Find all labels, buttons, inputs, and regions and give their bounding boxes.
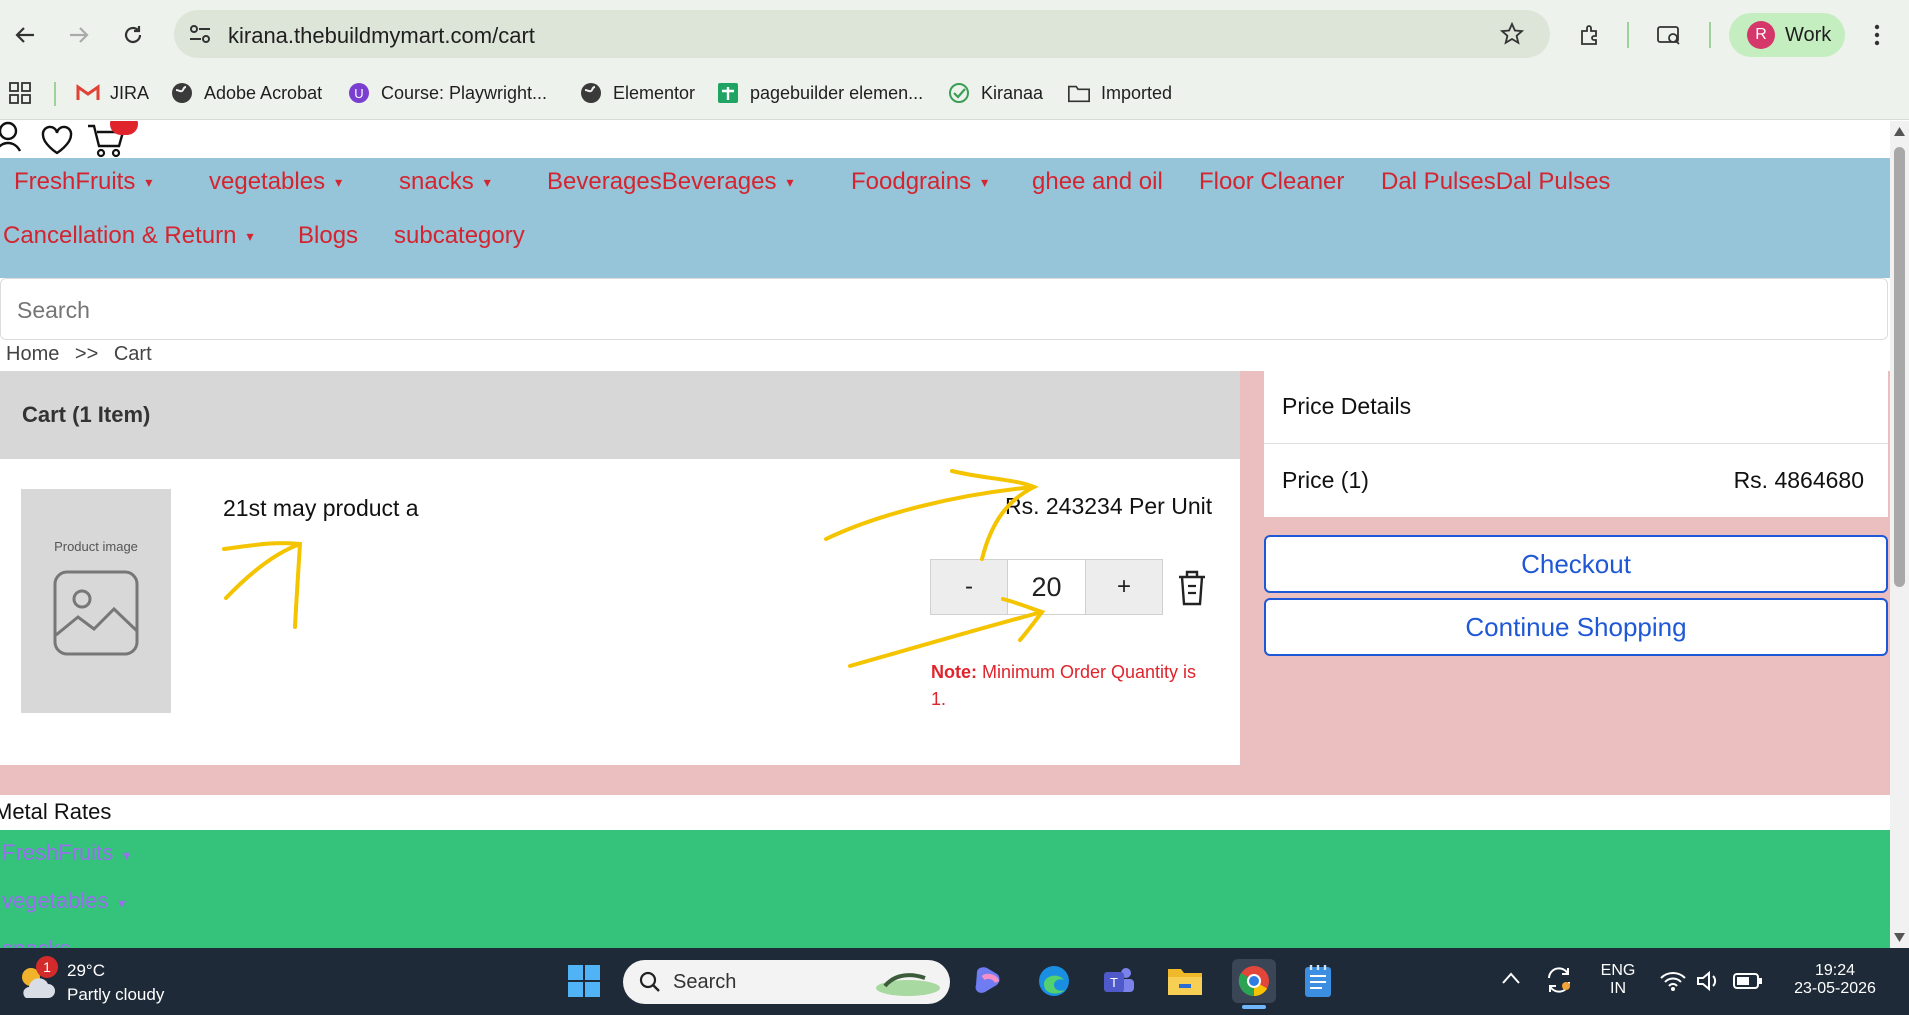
taskbar: 1 29°C Partly cloudy Search T ENG IN 19:… — [0, 948, 1909, 1015]
copilot-icon — [975, 967, 1000, 993]
url-text[interactable]: kirana.thebuildmymart.com/cart — [228, 23, 535, 49]
apps-grid-icon — [9, 82, 31, 104]
scrollbar-thumb[interactable] — [1894, 147, 1905, 587]
weather-temperature: 29°C — [67, 961, 105, 980]
globe-icon — [170, 81, 194, 105]
back-button[interactable] — [8, 18, 42, 52]
toolbar-divider — [1627, 22, 1629, 48]
bookmark-label: Imported — [1101, 82, 1173, 103]
language-region: IN — [1610, 980, 1626, 997]
address-bar[interactable]: kirana.thebuildmymart.com/cart — [174, 10, 1550, 58]
browser-toolbar: kirana.thebuildmymart.com/cart R Work — [0, 0, 1909, 68]
language-code: ENG — [1600, 962, 1636, 979]
metal-rates-heading: Metal Rates — [0, 799, 112, 824]
file-explorer-button[interactable] — [1165, 961, 1205, 1001]
kebab-menu-icon — [1874, 24, 1880, 46]
svg-text:U: U — [354, 86, 363, 101]
battery-icon[interactable] — [1733, 972, 1763, 990]
taskbar-search-label: Search — [673, 970, 737, 993]
chrome-icon — [1238, 966, 1269, 997]
windows-icon — [568, 965, 600, 997]
notepad-button[interactable] — [1298, 961, 1338, 1001]
page-scrollbar[interactable] — [1890, 121, 1909, 948]
folder-icon — [1067, 81, 1091, 105]
scroll-up-icon[interactable] — [1894, 127, 1905, 136]
chevron-down-icon: ▾ — [123, 847, 131, 863]
weather-description: Partly cloudy — [67, 985, 165, 1004]
search-icon — [639, 971, 660, 992]
edge-icon — [1039, 966, 1069, 996]
notification-badge: 1 — [36, 956, 58, 978]
reload-icon — [124, 26, 142, 44]
site-info-icon[interactable] — [188, 23, 212, 45]
teams-icon: T — [1104, 968, 1134, 992]
bookmark-label: Elementor — [613, 82, 696, 103]
profile-button[interactable]: R Work — [1729, 13, 1845, 57]
wifi-icon[interactable] — [1660, 970, 1686, 992]
sync-icon[interactable] — [1544, 966, 1574, 994]
footer-item-snacks[interactable]: snacks — [2, 936, 70, 948]
bookmark-label: Kiranaa — [981, 82, 1044, 103]
chevron-up-icon[interactable] — [1502, 972, 1520, 984]
taskbar-search[interactable]: Search — [623, 960, 950, 1004]
search-highlight-icon — [876, 973, 940, 996]
notepad-icon — [1305, 965, 1331, 997]
annotation-arrows — [222, 469, 1046, 668]
tab-search-icon — [1657, 26, 1680, 45]
bookmark-kiranaa[interactable]: Kiranaa — [947, 78, 1043, 108]
volume-icon[interactable] — [1696, 970, 1720, 992]
check-circle-icon — [947, 81, 971, 105]
menu-button[interactable] — [1860, 18, 1894, 52]
course-icon: U — [347, 81, 371, 105]
avatar: R — [1747, 21, 1775, 49]
active-app-indicator — [1242, 1005, 1266, 1009]
footer-categories: FreshFruits▾ vegetables▾ snacks — [0, 830, 1890, 948]
profile-label: Work — [1785, 23, 1832, 46]
clock-date: 23-05-2026 — [1794, 980, 1876, 997]
globe-icon — [579, 81, 603, 105]
bookmark-adobe-acrobat[interactable]: Adobe Acrobat — [170, 78, 322, 108]
bookmark-imported[interactable]: Imported — [1067, 78, 1172, 108]
tab-search-button[interactable] — [1652, 18, 1686, 52]
bookmark-label: JIRA — [110, 82, 150, 103]
bookmark-label: pagebuilder elemen... — [750, 82, 924, 103]
sheets-icon — [716, 81, 740, 105]
scroll-down-icon[interactable] — [1894, 933, 1905, 942]
bookmark-label: Course: Playwright... — [381, 82, 548, 103]
svg-text:T: T — [1110, 975, 1118, 990]
chevron-down-icon: ▾ — [118, 895, 126, 911]
footer-item-freshfruits[interactable]: FreshFruits ▾ — [2, 840, 130, 866]
star-icon[interactable] — [1500, 22, 1524, 46]
start-button[interactable] — [564, 961, 604, 1001]
edge-button[interactable] — [1034, 961, 1074, 1001]
arrow-left-icon — [15, 27, 34, 43]
gmail-icon — [76, 81, 100, 105]
language-indicator[interactable]: ENG IN — [1596, 962, 1640, 998]
apps-button[interactable] — [8, 78, 32, 108]
bookmark-label: Adobe Acrobat — [204, 82, 323, 103]
bookmark-jira[interactable]: JIRA — [76, 78, 149, 108]
arrow-right-icon — [70, 27, 89, 43]
web-page: FreshFruits ▾ vegetables ▾ snacks ▾ Beverag… — [0, 121, 1890, 948]
bookmark-divider — [54, 82, 56, 106]
chrome-button[interactable] — [1232, 959, 1276, 1009]
footer-item-vegetables[interactable]: vegetables ▾ — [2, 888, 125, 914]
clock-time: 19:24 — [1814, 962, 1856, 979]
toolbar-divider — [1709, 22, 1711, 48]
teams-button[interactable]: T — [1099, 961, 1139, 1001]
clock[interactable]: 19:24 23-05-2026 — [1780, 962, 1890, 998]
folder-icon — [1168, 969, 1202, 995]
copilot-button[interactable] — [968, 961, 1008, 1001]
bookmark-pagebuilder[interactable]: pagebuilder elemen... — [716, 78, 923, 108]
bookmark-elementor[interactable]: Elementor — [579, 78, 695, 108]
forward-button[interactable] — [62, 18, 96, 52]
reload-button[interactable] — [116, 18, 150, 52]
extensions-button[interactable] — [1573, 18, 1607, 52]
bookmark-course-playwright[interactable]: U Course: Playwright... — [347, 78, 547, 108]
puzzle-icon — [1581, 25, 1597, 45]
bookmarks-bar: JIRA Adobe Acrobat U Course: Playwright.… — [0, 68, 1909, 120]
